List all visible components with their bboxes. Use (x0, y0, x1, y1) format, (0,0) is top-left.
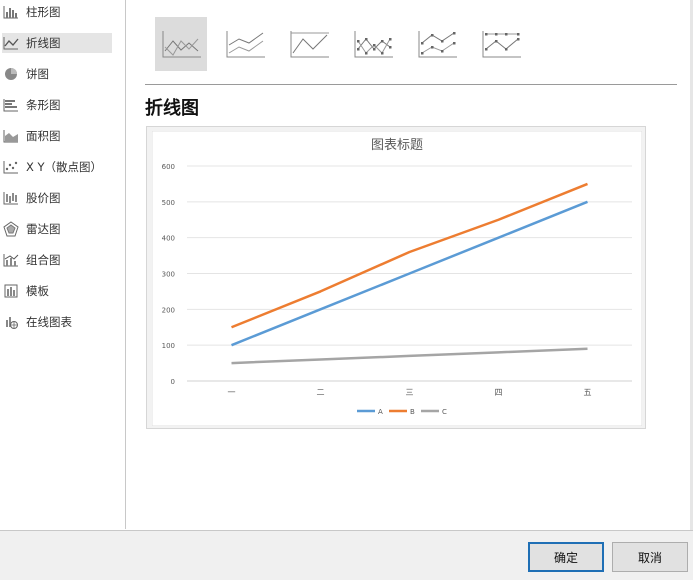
template-icon (4, 284, 18, 298)
sidebar-item-stock[interactable]: 股价图 (2, 188, 112, 208)
x-tick-label: 三 (406, 388, 414, 397)
stacked-line-subtype-icon (226, 31, 265, 58)
stock-chart-icon (3, 192, 18, 205)
cancel-button[interactable]: 取消 (612, 542, 688, 572)
y-tick-label: 100 (162, 342, 175, 350)
chart-type-title: 折线图 (145, 98, 199, 119)
sidebar-item-label: 在线图表 (26, 315, 72, 329)
sidebar-item-label: 饼图 (26, 67, 49, 81)
percent-stacked-line-subtype-icon (290, 31, 329, 58)
legend-label: C (442, 408, 447, 416)
subtype-line-with-markers[interactable] (347, 17, 399, 71)
online-chart-icon (6, 317, 18, 329)
y-tick-label: 600 (162, 163, 175, 171)
sidebar-item-template[interactable]: 模板 (2, 281, 112, 301)
chart-type-sidebar: 柱形图 折线图 饼图 条形图 面积图 X Y（散点图） 股价图 雷达图 组合图 … (0, 0, 126, 529)
line-chart-icon (3, 37, 19, 50)
sidebar-item-online[interactable]: 在线图表 (2, 312, 112, 332)
sidebar-item-radar[interactable]: 雷达图 (2, 219, 112, 239)
chart-preview: 图表标题 0 100 200 300 400 500 600 一 二 三 四 五 A B C (146, 126, 646, 429)
column-chart-icon (3, 6, 18, 19)
subtype-line[interactable] (155, 17, 207, 71)
sidebar-item-label: 折线图 (26, 36, 61, 50)
legend-label: A (378, 408, 383, 416)
legend-label: B (410, 408, 415, 416)
chart-main-panel: 折线图 图表标题 0 100 200 300 400 500 600 一 二 三 四 五 A B C (126, 0, 693, 529)
y-tick-label: 400 (162, 235, 175, 243)
radar-chart-icon (3, 221, 19, 237)
sidebar-item-area[interactable]: 面积图 (2, 126, 112, 146)
sidebar-item-scatter[interactable]: X Y（散点图） (2, 157, 112, 177)
sidebar-item-label: 股价图 (26, 191, 61, 205)
combo-chart-icon (3, 254, 19, 267)
sidebar-item-line[interactable]: 折线图 (2, 33, 112, 53)
x-tick-label: 二 (317, 388, 325, 397)
subtype-100-percent-stacked-line[interactable] (283, 17, 335, 71)
x-tick-label: 五 (584, 388, 592, 397)
sidebar-item-column[interactable]: 柱形图 (2, 2, 112, 22)
sidebar-item-pie[interactable]: 饼图 (2, 64, 112, 84)
subtype-100-percent-stacked-line-with-markers[interactable] (475, 17, 527, 71)
section-divider (145, 84, 677, 85)
ok-button[interactable]: 确定 (528, 542, 604, 572)
sidebar-item-label: 柱形图 (26, 5, 61, 19)
y-tick-label: 0 (171, 378, 175, 386)
y-tick-label: 300 (162, 271, 175, 279)
area-chart-icon (3, 130, 18, 143)
scatter-chart-icon (3, 161, 18, 174)
dialog-footer: 确定 取消 (0, 530, 693, 580)
line-subtype-icon (162, 31, 201, 58)
x-tick-label: 一 (228, 388, 236, 397)
sidebar-item-label: 条形图 (26, 98, 61, 112)
sidebar-item-bar[interactable]: 条形图 (2, 95, 112, 115)
stacked-line-markers-subtype-icon (418, 31, 457, 58)
sidebar-item-label: 模板 (26, 284, 49, 298)
percent-stacked-line-markers-subtype-icon (482, 31, 521, 58)
subtype-stacked-line-with-markers[interactable] (411, 17, 463, 71)
y-tick-label: 500 (162, 199, 175, 207)
pie-chart-icon (5, 68, 17, 80)
sidebar-item-combo[interactable]: 组合图 (2, 250, 112, 270)
subtype-stacked-line[interactable] (219, 17, 271, 71)
sidebar-item-label: 面积图 (26, 129, 61, 143)
line-markers-subtype-icon (354, 31, 393, 58)
chart-title: 图表标题 (371, 138, 423, 153)
sidebar-item-label: 雷达图 (26, 222, 61, 236)
sidebar-item-label: 组合图 (26, 253, 61, 267)
line-chart: 图表标题 0 100 200 300 400 500 600 一 二 三 四 五 A B C (152, 131, 642, 426)
bar-chart-icon (3, 99, 18, 112)
y-tick-label: 200 (162, 306, 175, 314)
sidebar-item-label: X Y（散点图） (26, 160, 103, 174)
x-tick-label: 四 (495, 388, 503, 397)
